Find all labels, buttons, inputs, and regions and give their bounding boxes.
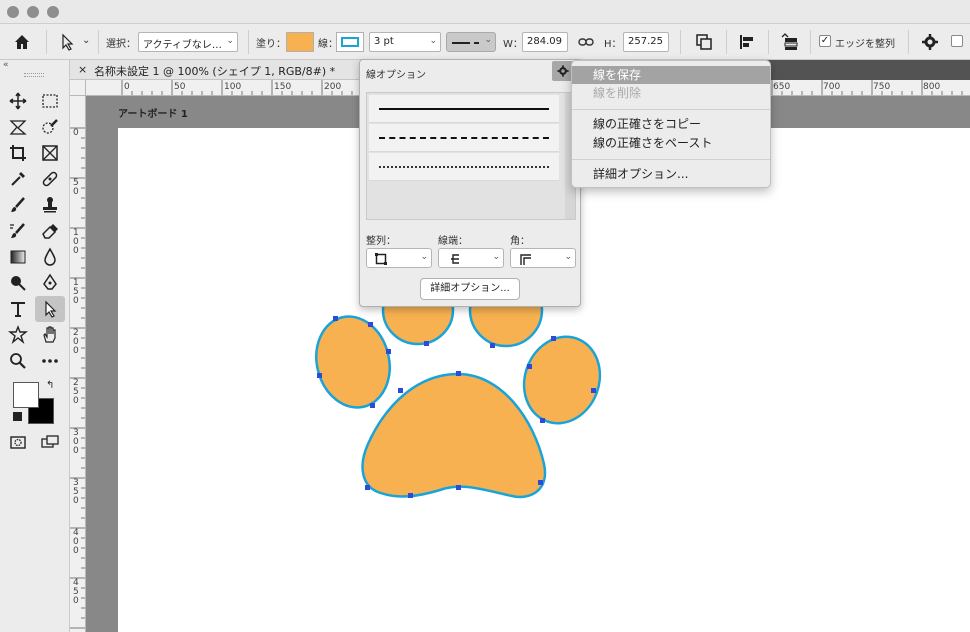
chevron-down-icon: ⌄ [564, 252, 572, 262]
menu-item-more-options[interactable]: 詳細オプション... [572, 165, 770, 183]
align-inside-icon [375, 253, 387, 268]
stroke-preset-dashed[interactable] [369, 124, 559, 152]
chevron-down-icon: ⌄ [420, 252, 428, 262]
corner-label: 角： [510, 236, 530, 247]
align-dropdown[interactable]: ⌄ [366, 248, 432, 268]
cap-dropdown[interactable]: ⌄ [438, 248, 504, 268]
paw-pad [361, 372, 547, 499]
menu-separator [572, 109, 770, 110]
menu-separator [572, 159, 770, 160]
corner-miter-icon [519, 253, 531, 268]
photoshop-window: ⌄ 選択： アクティブなレ… ⌄ 塗り： 線： 3 pt ⌄ ⌄ W： 284.… [0, 0, 970, 632]
more-options-button[interactable]: 詳細オプション... [420, 278, 520, 300]
stroke-options-panel: 線オプション 整列： 線端： 角： ⌄ ⌄ ⌄ 詳細オプション... [359, 59, 581, 307]
menu-item-save-stroke[interactable]: 線を保存 [572, 66, 770, 84]
corner-dropdown[interactable]: ⌄ [510, 248, 576, 268]
stroke-preset-dotted[interactable] [369, 153, 559, 181]
stroke-options-menu: 線を保存 線を削除 線の正確さをコピー 線の正確さをペースト 詳細オプション..… [571, 60, 771, 188]
cap-label: 線端： [438, 236, 468, 247]
stroke-preset-list[interactable] [366, 92, 576, 220]
paw-toe-right [522, 335, 602, 425]
stroke-preset-solid[interactable] [369, 95, 559, 123]
stroke-options-title: 線オプション [366, 70, 426, 81]
menu-item-copy-stroke-details[interactable]: 線の正確さをコピー [572, 115, 770, 133]
chevron-down-icon: ⌄ [492, 252, 500, 262]
cap-butt-icon [449, 253, 461, 268]
menu-item-paste-stroke-details[interactable]: 線の正確さをペースト [572, 134, 770, 152]
align-label: 整列： [366, 236, 396, 247]
menu-item-delete-stroke[interactable]: 線を削除 [572, 84, 770, 102]
